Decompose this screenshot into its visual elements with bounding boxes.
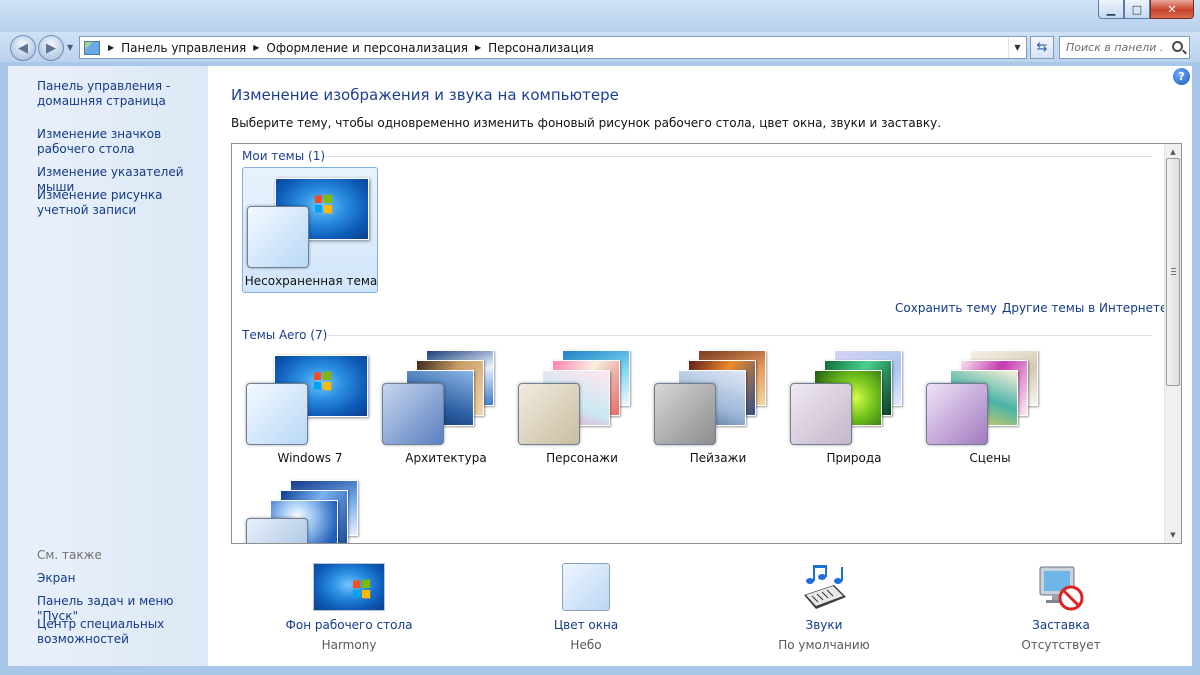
theme-label: Персонажи [546, 451, 618, 465]
forward-button[interactable]: ▶ [38, 35, 64, 61]
music-notes-icon[interactable] [798, 563, 850, 611]
sidebar-link-ease-of-access[interactable]: Центр специальных возможностей [37, 617, 205, 647]
sidebar-link-display[interactable]: Экран [37, 571, 205, 586]
color-swatch-icon[interactable] [562, 563, 610, 611]
navigation-bar: ◀ ▶ ▼ ▶ Панель управления ▶ Оформление и… [0, 32, 1200, 62]
no-screensaver-icon[interactable] [1036, 563, 1086, 613]
scroll-down-arrow-icon[interactable]: ▼ [1165, 527, 1181, 543]
arrow-left-icon: ◀ [18, 40, 28, 56]
theme-united-states-partial[interactable] [242, 480, 378, 543]
theme-color-swatch [654, 383, 716, 445]
breadcrumb-chevron-icon[interactable]: ▶ [475, 43, 481, 52]
theme-color-swatch [518, 383, 580, 445]
theme-color-swatch [926, 383, 988, 445]
my-themes-header: Мои темы (1) [242, 149, 326, 163]
page-title: Изменение изображения и звука на компьют… [231, 86, 619, 104]
address-dropdown-button[interactable]: ▼ [1008, 37, 1026, 58]
theme-label: Архитектура [405, 451, 487, 465]
sounds-tile[interactable]: Звуки По умолчанию [739, 563, 909, 653]
screensaver-link[interactable]: Заставка [976, 618, 1146, 632]
theme-windows-7[interactable]: Windows 7 [242, 352, 378, 476]
search-icon[interactable] [1172, 41, 1183, 52]
theme-characters[interactable]: Персонажи [514, 350, 650, 476]
see-also-heading: См. также [37, 548, 102, 562]
search-box[interactable] [1059, 36, 1190, 59]
control-panel-icon [84, 40, 100, 55]
sidebar-link-desktop-icons[interactable]: Изменение значков рабочего стола [37, 127, 205, 157]
breadcrumb-chevron-icon[interactable]: ▶ [108, 43, 114, 52]
aero-themes-header: Темы Aero (7) [242, 328, 328, 342]
theme-color-swatch [790, 383, 852, 445]
help-icon[interactable]: ? [1173, 68, 1190, 85]
maximize-button[interactable]: □ [1124, 0, 1150, 19]
theme-landscapes[interactable]: Пейзажи [650, 350, 786, 476]
search-input[interactable] [1066, 41, 1162, 54]
left-pane: Панель управления - домашняя страница Из… [8, 66, 208, 666]
theme-label: Несохраненная тема [244, 274, 378, 288]
screensaver-value: Отсутствует [1021, 638, 1101, 652]
breadcrumb-appearance[interactable]: Оформление и персонализация [266, 41, 468, 55]
sounds-value: По умолчанию [778, 638, 870, 652]
breadcrumb-chevron-icon[interactable]: ▶ [253, 43, 259, 52]
back-button[interactable]: ◀ [10, 35, 36, 61]
theme-list: Мои темы (1) Несохраненная тема Сохранит… [231, 143, 1182, 544]
refresh-button[interactable]: ⇆ [1030, 36, 1054, 59]
screensaver-tile[interactable]: Заставка Отсутствует [976, 563, 1146, 653]
refresh-icon: ⇆ [1036, 40, 1048, 55]
window-color-value: Небо [570, 638, 602, 652]
section-divider [324, 156, 1152, 157]
page-description: Выберите тему, чтобы одновременно измени… [231, 116, 942, 130]
theme-color-swatch [246, 383, 308, 445]
desktop-background-link[interactable]: Фон рабочего стола [264, 618, 434, 632]
section-divider [327, 335, 1152, 336]
arrow-right-icon: ▶ [46, 40, 56, 56]
save-theme-link[interactable]: Сохранить тему [895, 301, 997, 315]
theme-unsaved[interactable]: Несохраненная тема [242, 167, 378, 293]
sidebar-link-account-picture[interactable]: Изменение рисунка учетной записи [37, 188, 205, 218]
minimize-button[interactable]: ▁ [1098, 0, 1124, 19]
window-color-tile[interactable]: Цвет окна Небо [501, 563, 671, 653]
theme-label: Сцены [969, 451, 1011, 465]
desktop-background-value: Harmony [321, 638, 377, 652]
recent-pages-dropdown[interactable]: ▼ [67, 43, 77, 53]
sounds-link[interactable]: Звуки [739, 618, 909, 632]
wallpaper-icon[interactable] [313, 563, 385, 611]
theme-list-scrollbar[interactable]: ▲ ▼ [1164, 144, 1181, 543]
desktop-background-tile[interactable]: Фон рабочего стола Harmony [264, 563, 434, 653]
breadcrumb-personalization[interactable]: Персонализация [488, 41, 594, 55]
close-button[interactable]: ✕ [1150, 0, 1194, 19]
title-bar: ▁ □ ✕ [0, 0, 1200, 32]
theme-architecture[interactable]: Архитектура [378, 350, 514, 476]
grip-icon [1171, 268, 1176, 275]
scrollbar-thumb[interactable] [1166, 158, 1180, 386]
theme-label: Пейзажи [689, 451, 747, 465]
sidebar-link-control-panel-home[interactable]: Панель управления - домашняя страница [37, 79, 205, 109]
window-controls: ▁ □ ✕ [1098, 0, 1194, 20]
theme-color-swatch [382, 383, 444, 445]
theme-color-swatch [246, 518, 308, 543]
address-bar[interactable]: ▶ Панель управления ▶ Оформление и персо… [79, 36, 1027, 59]
window-color-link[interactable]: Цвет окна [501, 618, 671, 632]
main-pane: ? Изменение изображения и звука на компь… [208, 66, 1192, 666]
theme-label: Windows 7 [277, 451, 343, 465]
theme-nature[interactable]: Природа [786, 350, 922, 476]
theme-scenes[interactable]: Сцены [922, 350, 1058, 476]
breadcrumb-control-panel[interactable]: Панель управления [121, 41, 246, 55]
theme-color-swatch [247, 206, 309, 268]
theme-label: Природа [826, 451, 882, 465]
more-themes-online-link[interactable]: Другие темы в Интернете [1002, 301, 1167, 315]
